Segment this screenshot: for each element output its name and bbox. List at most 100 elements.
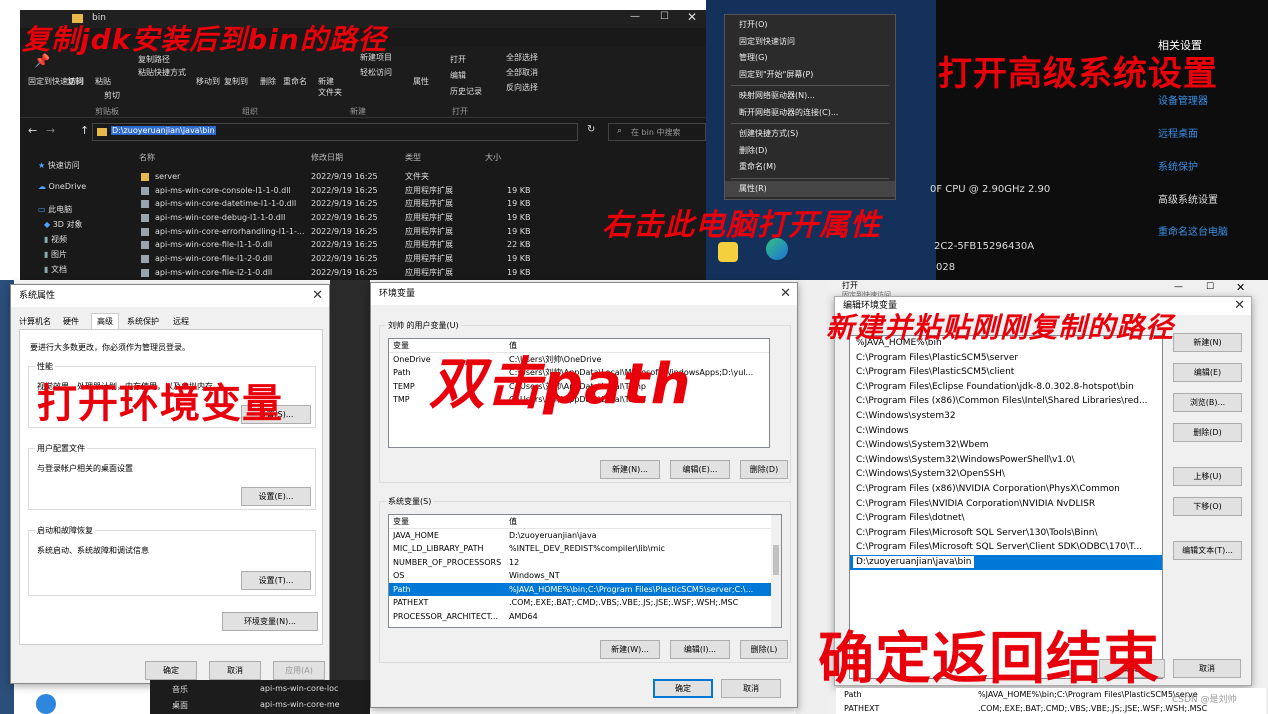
system-variable-row[interactable]: Path %JAVA_HOME%\bin;C:\Program Files\Pla… [389, 582, 781, 596]
cut-button[interactable]: 剪切 [104, 90, 120, 101]
col-type[interactable]: 类型 [405, 152, 421, 163]
path-entry[interactable]: C:\Windows\system32 [850, 409, 1162, 424]
remote-desktop-link[interactable]: 远程桌面 [1158, 125, 1198, 140]
nav-item[interactable]: ▮ 图片 [44, 249, 67, 260]
system-variable-row[interactable]: NUMBER_OF_PROCESSORS 12 [389, 556, 781, 570]
cancel-button[interactable]: 取消 [209, 661, 261, 680]
menu-item[interactable]: 映射网络驱动器(N)... [725, 88, 895, 105]
path-button[interactable]: 下移(O) [1173, 497, 1242, 516]
properties-button[interactable]: 属性 [413, 76, 429, 87]
system-variable-row[interactable]: PROCESSOR_ARCHITECT... AMD64 [389, 610, 781, 624]
col-date[interactable]: 修改日期 [311, 152, 343, 163]
file-row[interactable]: server 2022/9/19 16:25 文件夹 [135, 170, 706, 184]
minimize-icon[interactable]: — [1174, 282, 1183, 292]
menu-item[interactable]: 固定到"开始"屏幕(P) [725, 67, 895, 84]
invert-selection-button[interactable]: 反向选择 [506, 82, 538, 93]
startup-recovery-settings-button[interactable]: 设置(T)... [241, 571, 311, 590]
nav-item[interactable]: ▮ 视频 [44, 234, 67, 245]
menu-item[interactable]: 固定到快速访问 [725, 34, 895, 51]
tab-remote[interactable]: 远程 [173, 316, 189, 327]
copy-to-button[interactable]: 复制到 [224, 76, 248, 87]
path-button[interactable]: 编辑(E) [1173, 363, 1242, 382]
up-arrow-icon[interactable]: ↑ [80, 124, 89, 137]
menu-item[interactable]: 打开(O) [725, 17, 895, 34]
path-button[interactable]: 新建(N) [1173, 333, 1242, 352]
history-button[interactable]: 历史记录 [450, 86, 482, 97]
delete-button[interactable]: 删除 [260, 76, 276, 87]
menu-item[interactable]: 管理(G) [725, 50, 895, 67]
paste-button[interactable]: 粘贴 [95, 76, 111, 87]
close-icon[interactable]: ✕ [687, 10, 697, 24]
path-button[interactable]: 编辑文本(T)... [1173, 541, 1242, 560]
nav-item[interactable]: ▮ 文档 [44, 264, 67, 275]
path-entry[interactable]: C:\Program Files\Microsoft SQL Server\Cl… [850, 540, 1162, 555]
apply-button[interactable]: 应用(A) [273, 661, 325, 680]
path-entry[interactable]: C:\Program Files (x86)\NVIDIA Corporatio… [850, 482, 1162, 497]
music-item[interactable]: 音乐 [172, 684, 188, 695]
ok-button[interactable]: 确定 [145, 661, 197, 680]
menu-item[interactable]: 属性(R) [725, 180, 895, 197]
menu-item[interactable]: 重命名(M) [725, 159, 895, 176]
path-button[interactable]: 浏览(B)... [1173, 393, 1242, 412]
easy-access-button[interactable]: 轻松访问 [360, 67, 392, 78]
new-folder-button[interactable]: 新建 文件夹 [318, 76, 342, 98]
path-entry[interactable]: C:\Windows\System32\WindowsPowerShell\v1… [850, 453, 1162, 468]
advanced-system-settings-link[interactable]: 高级系统设置 [1158, 191, 1218, 206]
path-entry[interactable]: C:\Program Files\dotnet\ [850, 511, 1162, 526]
file-row[interactable]: api-ms-win-core-file-l1-2-0.dll 2022/9/19… [135, 252, 706, 266]
system-variable-row[interactable]: JAVA_HOME D:\zuoyeruanjian\java [389, 529, 781, 543]
close-icon[interactable]: ✕ [1236, 281, 1245, 294]
user-profiles-settings-button[interactable]: 设置(E)... [241, 487, 311, 506]
col-value[interactable]: 值 [509, 515, 517, 529]
tab-system-protection[interactable]: 系统保护 [127, 316, 159, 327]
path-entry[interactable]: C:\Program Files\NVIDIA Corporation\NVID… [850, 497, 1162, 512]
close-icon[interactable]: ✕ [1234, 297, 1245, 315]
nav-item[interactable]: ☁ OneDrive [38, 182, 86, 191]
system-edit-button[interactable]: 编辑(I)... [670, 640, 730, 659]
path-entry[interactable]: C:\Program Files\PlasticSCM5\server [850, 351, 1162, 366]
path-entry[interactable]: C:\Program Files (x86)\Common Files\Inte… [850, 394, 1162, 409]
nav-item[interactable]: ▭ 此电脑 [38, 204, 72, 215]
user-delete-button[interactable]: 删除(D) [740, 460, 788, 479]
path-entry[interactable]: C:\Program Files\Eclipse Foundation\jdk-… [850, 380, 1162, 395]
move-to-button[interactable]: 移动到 [196, 76, 220, 87]
path-entry[interactable]: C:\Windows [850, 424, 1162, 439]
select-all-button[interactable]: 全部选择 [506, 52, 538, 63]
edit-button[interactable]: 编辑 [450, 70, 466, 81]
file-row[interactable]: api-ms-win-core-file-l2-1-0.dll 2022/9/19… [135, 266, 706, 280]
open-button[interactable]: 打开 [450, 54, 466, 65]
back-arrow-icon[interactable]: ← [28, 124, 37, 137]
scrollbar[interactable] [771, 515, 781, 627]
path-entry[interactable]: C:\Program Files\PlasticSCM5\client [850, 365, 1162, 380]
col-variable[interactable]: 变量 [393, 515, 409, 529]
tab-advanced[interactable]: 高级 [91, 313, 119, 330]
path-edit-input[interactable]: D:\zuoyeruanjian\java\bin [852, 554, 976, 569]
close-icon[interactable]: ✕ [312, 285, 323, 307]
path-entry[interactable]: C:\Program Files\Microsoft SQL Server\13… [850, 526, 1162, 541]
tab-computer-name[interactable]: 计算机名 [19, 316, 51, 327]
tab-hardware[interactable]: 硬件 [63, 316, 79, 327]
forward-arrow-icon[interactable]: → [46, 124, 55, 137]
system-new-button[interactable]: 新建(W)... [600, 640, 660, 659]
environment-variables-button[interactable]: 环境变量(N)... [222, 612, 318, 631]
path-button[interactable]: 删除(D) [1173, 423, 1242, 442]
path-entry[interactable]: D:\zuoyeruanjian\java\bin [850, 554, 1162, 570]
menu-item[interactable]: 创建快捷方式(S) [725, 126, 895, 143]
path-button[interactable]: 上移(U) [1173, 467, 1242, 486]
menu-item[interactable]: 断开网络驱动器的连接(C)... [725, 105, 895, 122]
maximize-icon[interactable]: ☐ [1206, 282, 1214, 292]
paste-shortcut-button[interactable]: 粘贴快捷方式 [138, 67, 186, 78]
system-variable-row[interactable]: OS Windows_NT [389, 569, 781, 583]
nav-item[interactable]: ◆ 3D 对象 [44, 219, 83, 230]
nav-item[interactable]: ★ 快速访问 [38, 160, 80, 171]
system-variable-row[interactable]: MIC_LD_LIBRARY_PATH %INTEL_DEV_REDIST%com… [389, 542, 781, 556]
menu-item[interactable]: 删除(D) [725, 143, 895, 160]
cancel-button[interactable]: 取消 [721, 679, 781, 698]
address-input[interactable]: D:\zuoyeruanjian\java\bin [92, 123, 578, 141]
path-entry[interactable]: C:\Windows\System32\Wbem [850, 438, 1162, 453]
path-entry[interactable]: C:\Windows\System32\OpenSSH\ [850, 467, 1162, 482]
system-variable-row[interactable]: PATHEXT .COM;.EXE;.BAT;.CMD;.VBS;.VBE;.JS… [389, 596, 781, 610]
refresh-icon[interactable]: ↻ [587, 124, 595, 135]
file-row[interactable]: api-ms-win-core-console-l1-1-0.dll 2022/9… [135, 184, 706, 198]
system-delete-button[interactable]: 删除(L) [740, 640, 788, 659]
